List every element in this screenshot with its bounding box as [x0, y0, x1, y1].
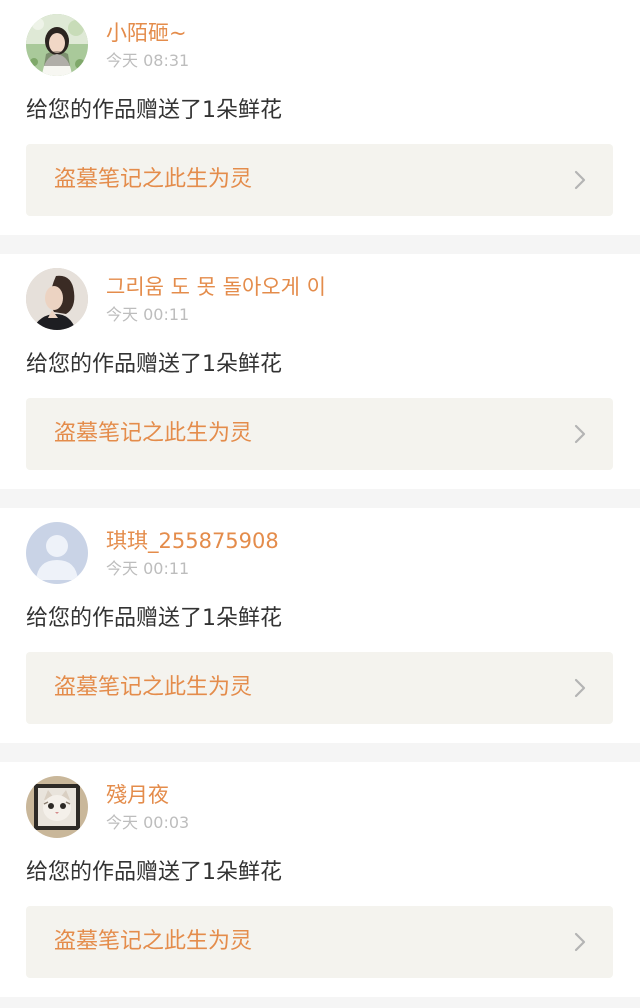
notification-message: 给您的作品赠送了1朵鲜花 [26, 860, 282, 885]
flower-notification-feed: 小陌砸~ 今天 08:31 给您的作品赠送了1朵鲜花 盗墓笔记之此生为灵 그리움… [0, 0, 640, 997]
user-avatar[interactable] [26, 776, 88, 838]
work-title: 盗墓笔记之此生为灵 [54, 421, 253, 446]
default-user-avatar-icon [26, 522, 88, 584]
girl-photo-avatar-icon [26, 14, 88, 76]
work-title: 盗墓笔记之此生为灵 [54, 929, 253, 954]
user-avatar[interactable] [26, 268, 88, 330]
notification-card: 殘月夜 今天 00:03 给您的作品赠送了1朵鲜花 盗墓笔记之此生为灵 [0, 762, 640, 997]
card-separator [0, 489, 640, 508]
card-separator [0, 235, 640, 254]
work-link-button[interactable]: 盗墓笔记之此生为灵 [26, 906, 613, 978]
notification-card: 琪琪_255875908 今天 00:11 给您的作品赠送了1朵鲜花 盗墓笔记之… [0, 508, 640, 743]
work-link-button[interactable]: 盗墓笔记之此生为灵 [26, 652, 613, 724]
notification-message: 给您的作品赠送了1朵鲜花 [26, 352, 282, 377]
cat-photo-avatar-icon [26, 776, 88, 838]
woman-profile-avatar-icon [26, 268, 88, 330]
notification-message: 给您的作品赠送了1朵鲜花 [26, 98, 282, 123]
timestamp: 今天 00:03 [106, 813, 190, 832]
chevron-right-icon [574, 678, 586, 698]
timestamp: 今天 08:31 [106, 51, 190, 70]
username[interactable]: 琪琪_255875908 [106, 526, 279, 556]
work-title: 盗墓笔记之此生为灵 [54, 675, 253, 700]
notification-card: 그리움 도 못 돌아오게 이 今天 00:11 给您的作品赠送了1朵鲜花 盗墓笔… [0, 254, 640, 489]
work-link-button[interactable]: 盗墓笔记之此生为灵 [26, 144, 613, 216]
user-avatar[interactable] [26, 522, 88, 584]
chevron-right-icon [574, 170, 586, 190]
notification-card: 小陌砸~ 今天 08:31 给您的作品赠送了1朵鲜花 盗墓笔记之此生为灵 [0, 0, 640, 235]
user-avatar[interactable] [26, 14, 88, 76]
chevron-right-icon [574, 932, 586, 952]
chevron-right-icon [574, 424, 586, 444]
timestamp: 今天 00:11 [106, 559, 190, 578]
username[interactable]: 小陌砸~ [106, 18, 187, 48]
username[interactable]: 殘月夜 [106, 780, 169, 810]
timestamp: 今天 00:11 [106, 305, 190, 324]
username[interactable]: 그리움 도 못 돌아오게 이 [106, 272, 326, 302]
notification-message: 给您的作品赠送了1朵鲜花 [26, 606, 282, 631]
work-title: 盗墓笔记之此生为灵 [54, 167, 253, 192]
card-separator [0, 743, 640, 762]
work-link-button[interactable]: 盗墓笔记之此生为灵 [26, 398, 613, 470]
